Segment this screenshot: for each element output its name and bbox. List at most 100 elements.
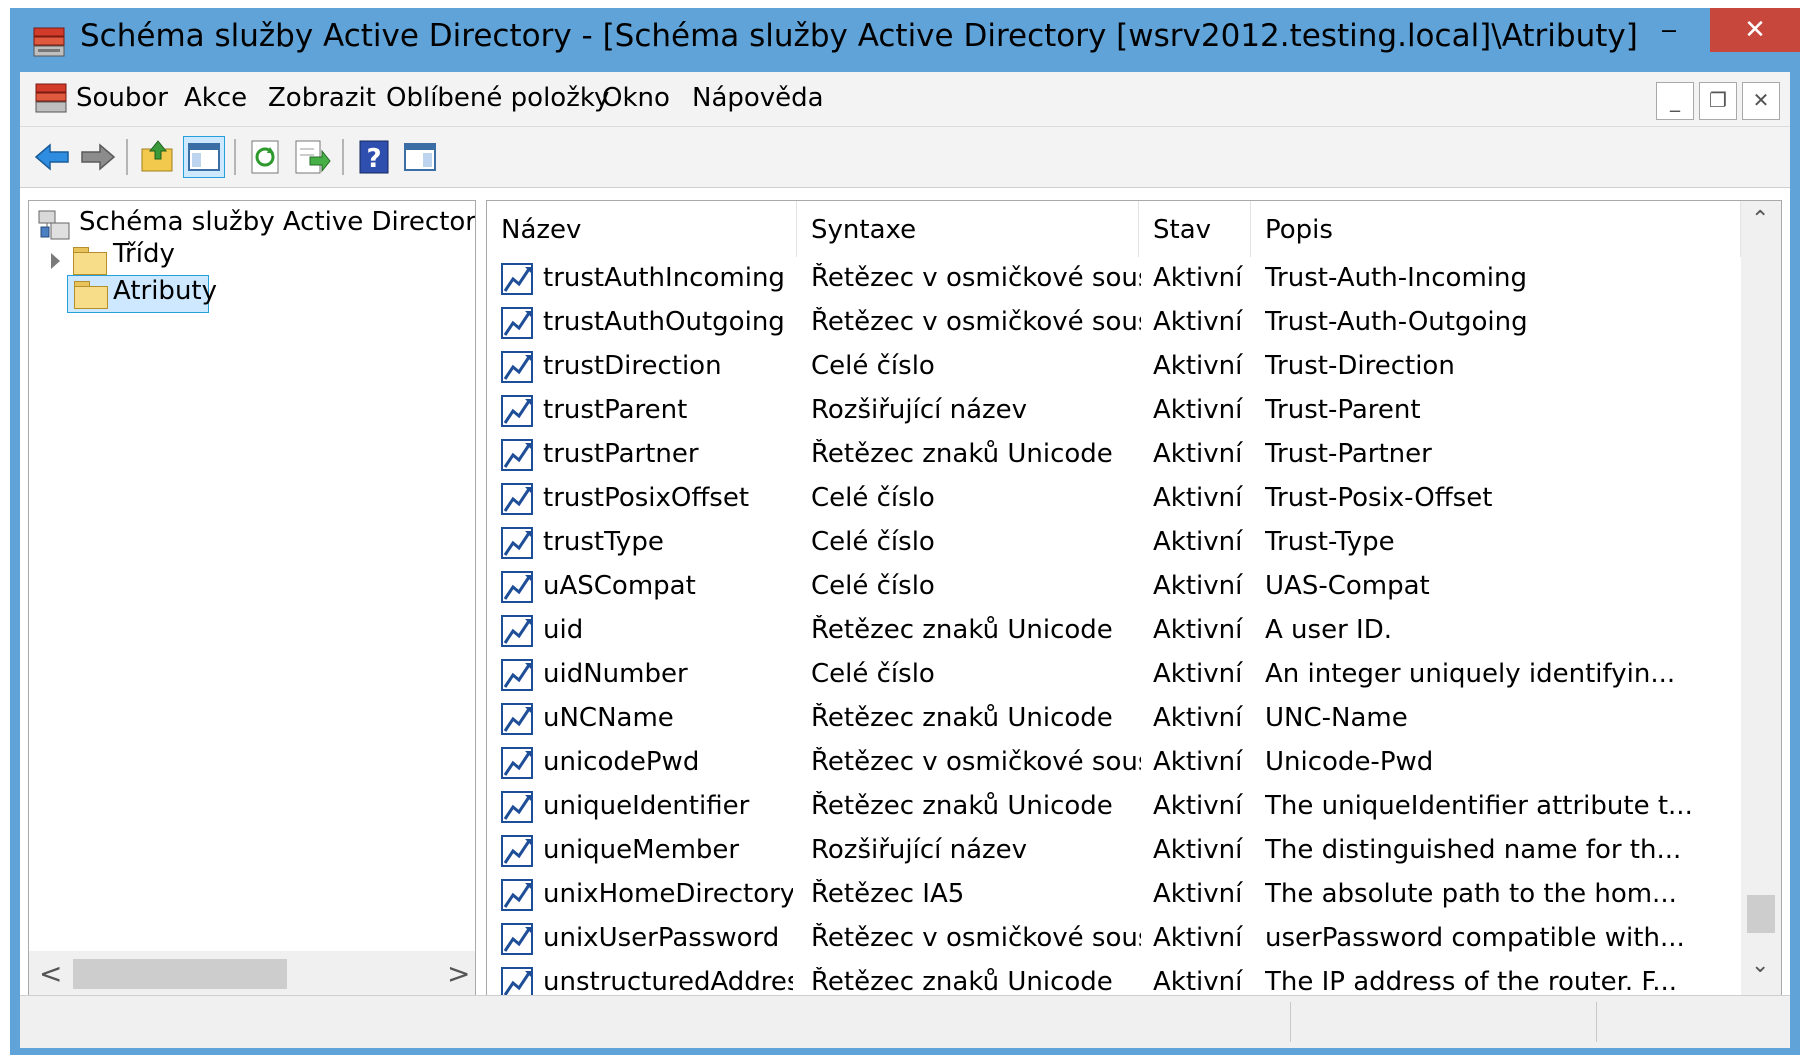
menu-napoveda[interactable]: Nápověda [692,83,824,113]
cell-description: An integer uniquely identifyin... [1265,659,1676,689]
cell-description: Trust-Type [1265,527,1395,557]
tree-item-tridy[interactable]: Třídy [113,239,175,269]
table-row[interactable]: trustParent Rozšiřující název Aktivní Trust… [487,389,1741,433]
cell-name: trustDirection [543,351,722,381]
mdi-close-button[interactable]: ✕ [1742,82,1780,120]
list-vertical-scrollbar[interactable]: ⌃ ⌄ [1741,201,1781,996]
scroll-left-arrow[interactable]: < [39,957,62,990]
scroll-down-arrow[interactable]: ⌄ [1751,953,1769,978]
table-row[interactable]: trustPosixOffset Celé číslo Aktivní Trust-P… [487,477,1741,521]
scroll-up-arrow[interactable]: ⌃ [1751,207,1769,232]
table-row[interactable]: unicodePwd Řetězec v osmičkové soustavě Ak… [487,741,1741,785]
active-directory-schema-icon [33,27,65,57]
table-row[interactable]: trustAuthIncoming Řetězec v osmičkové sou… [487,257,1741,301]
attribute-icon [501,571,533,603]
system-menu-icon[interactable] [34,82,68,114]
tree-item-atributy[interactable]: Atributy [67,275,217,313]
expand-triangle-icon[interactable] [51,253,60,269]
cell-syntax: Řetězec znaků Unicode [811,967,1113,997]
status-divider [1596,1002,1597,1042]
cell-syntax: Celé číslo [811,527,935,557]
back-icon[interactable] [32,137,72,177]
status-bar [20,995,1790,1048]
cell-name: trustPosixOffset [543,483,750,513]
tree-horizontal-scrollbar[interactable]: < > [29,951,475,995]
cell-syntax: Celé číslo [811,351,935,381]
table-row[interactable]: unixHomeDirectory Řetězec IA5 Aktivní The a… [487,873,1741,917]
cell-syntax: Řetězec znaků Unicode [811,439,1113,469]
attribute-icon [501,879,533,911]
table-row[interactable]: trustType Celé číslo Aktivní Trust-Type [487,521,1741,565]
show-hide-action-pane-icon[interactable] [400,137,440,177]
table-row[interactable]: uidNumber Celé číslo Aktivní An integer uni… [487,653,1741,697]
export-list-icon[interactable] [292,137,332,177]
cell-status: Aktivní [1153,483,1243,513]
cell-name: trustAuthOutgoing [543,307,785,337]
cell-status: Aktivní [1153,879,1243,909]
toolbar-separator [342,139,344,175]
cell-description: Trust-Auth-Outgoing [1265,307,1528,337]
table-row[interactable]: trustDirection Celé číslo Aktivní Trust-Dir… [487,345,1741,389]
refresh-icon[interactable] [246,137,286,177]
cell-syntax: Řetězec v osmičkové soustavě [811,307,1141,337]
cell-syntax: Řetězec IA5 [811,879,965,909]
svg-text:?: ? [366,144,381,174]
cell-description: The uniqueIdentifier attribute t... [1265,791,1693,821]
cell-status: Aktivní [1153,703,1243,733]
scroll-right-arrow[interactable]: > [447,957,470,990]
close-button[interactable]: ✕ [1710,8,1800,52]
cell-syntax: Řetězec v osmičkové soustavě [811,263,1141,293]
cell-description: Trust-Parent [1265,395,1421,425]
menu-akce[interactable]: Akce [184,83,247,113]
attribute-icon [501,615,533,647]
cell-description: UAS-Compat [1265,571,1430,601]
menu-okno[interactable]: Okno [602,83,670,113]
attribute-icon [501,483,533,515]
help-icon[interactable]: ? [354,137,394,177]
mdi-window-controls: _ ❐ ✕ [1656,82,1784,120]
cell-syntax: Řetězec v osmičkové soustavě [811,923,1141,953]
cell-description: The distinguished name for th... [1265,835,1682,865]
menu-zobrazit[interactable]: Zobrazit [268,83,376,113]
cell-status: Aktivní [1153,967,1243,997]
window-frame-left [10,72,20,1053]
forward-icon[interactable] [78,137,118,177]
column-header-popis[interactable]: Popis [1251,201,1741,257]
table-row[interactable]: uid Řetězec znaků Unicode Aktivní A user ID… [487,609,1741,653]
table-row[interactable]: uniqueIdentifier Řetězec znaků Unicode Akt… [487,785,1741,829]
cell-name: uniqueIdentifier [543,791,750,821]
cell-description: Trust-Partner [1265,439,1432,469]
attribute-icon [501,659,533,691]
table-row[interactable]: trustPartner Řetězec znaků Unicode Aktivní… [487,433,1741,477]
column-header-nazev[interactable]: Název [487,201,797,257]
column-header-syntaxe[interactable]: Syntaxe [797,201,1139,257]
table-row[interactable]: unstructuredAddress Řetězec znaků Unicode… [487,961,1741,997]
cell-status: Aktivní [1153,923,1243,953]
title-bar[interactable]: Schéma služby Active Directory - [Schéma… [10,8,1800,72]
cell-syntax: Řetězec znaků Unicode [811,615,1113,645]
mdi-restore-button[interactable]: ❐ [1699,82,1737,120]
menu-soubor[interactable]: Soubor [76,83,168,113]
mdi-minimize-button[interactable]: _ [1656,82,1694,120]
folder-icon [73,247,107,275]
table-row[interactable]: uNCName Řetězec znaků Unicode Aktivní UNC-N… [487,697,1741,741]
show-hide-console-tree-icon[interactable] [183,136,225,178]
cell-syntax: Celé číslo [811,483,935,513]
table-row[interactable]: trustAuthOutgoing Řetězec v osmičkové sou… [487,301,1741,345]
tree-scroll-thumb[interactable] [73,959,287,989]
table-row[interactable]: unixUserPassword Řetězec v osmičkové sous… [487,917,1741,961]
cell-status: Aktivní [1153,791,1243,821]
cell-name: trustPartner [543,439,699,469]
up-folder-icon[interactable] [138,137,178,177]
cell-description: Trust-Auth-Incoming [1265,263,1527,293]
cell-status: Aktivní [1153,263,1243,293]
menu-oblibene-polozky[interactable]: Oblíbené položky [386,83,609,113]
table-row[interactable]: uASCompat Celé číslo Aktivní UAS-Compat [487,565,1741,609]
minimize-button[interactable]: ‒ [1634,8,1704,52]
cell-description: The absolute path to the hom... [1265,879,1677,909]
column-header-stav[interactable]: Stav [1139,201,1251,257]
cell-description: userPassword compatible with... [1265,923,1685,953]
cell-status: Aktivní [1153,439,1243,469]
table-row[interactable]: uniqueMember Rozšiřující název Aktivní The … [487,829,1741,873]
list-scroll-thumb[interactable] [1747,895,1775,933]
